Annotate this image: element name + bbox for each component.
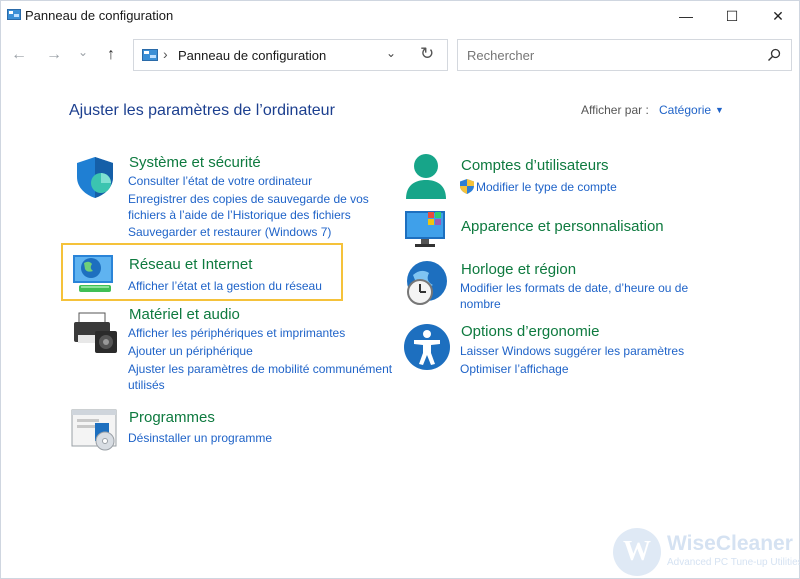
- accessibility-icon[interactable]: [403, 323, 451, 371]
- address-dropdown-icon[interactable]: ⌄: [386, 46, 396, 60]
- chevron-down-icon: ⌄: [77, 45, 89, 59]
- category-programs[interactable]: Programmes: [129, 409, 215, 426]
- network-globe-icon[interactable]: [71, 251, 117, 297]
- appearance-monitor-icon[interactable]: [404, 209, 450, 249]
- category-hardware-sound[interactable]: Matériel et audio: [129, 306, 240, 323]
- category-system-security[interactable]: Système et sécurité: [129, 154, 261, 171]
- control-panel-icon: [142, 49, 158, 61]
- minimize-button[interactable]: —: [663, 1, 709, 31]
- up-button[interactable]: ↑: [101, 45, 121, 65]
- link-check-computer-status[interactable]: Consulter l’état de votre ordinateur: [128, 173, 312, 190]
- view-by-label: Afficher par :: [581, 103, 649, 117]
- link-change-account-type[interactable]: Modifier le type de compte: [476, 179, 617, 196]
- watermark-name: WiseCleaner: [667, 532, 793, 555]
- back-button[interactable]: ←: [9, 45, 29, 65]
- caret-down-icon[interactable]: ▼: [715, 105, 724, 115]
- user-accounts-icon[interactable]: [403, 153, 449, 201]
- watermark-tagline: Advanced PC Tune-up Utilities: [667, 557, 800, 568]
- breadcrumb-separator: ›: [163, 46, 168, 62]
- category-appearance[interactable]: Apparence et personnalisation: [461, 218, 664, 235]
- close-icon: ✕: [772, 7, 784, 24]
- search-placeholder: Rechercher: [467, 48, 535, 63]
- category-ease-of-access[interactable]: Options d’ergonomie: [461, 323, 599, 340]
- recent-locations-button[interactable]: ⌄: [73, 42, 93, 62]
- control-panel-icon: [7, 9, 21, 20]
- refresh-icon[interactable]: ↻: [420, 44, 434, 64]
- window-title: Panneau de configuration: [25, 8, 174, 23]
- search-icon[interactable]: [767, 48, 781, 62]
- forward-arrow-icon: →: [46, 46, 62, 63]
- breadcrumb-path[interactable]: Panneau de configuration: [178, 48, 326, 63]
- link-date-time-formats[interactable]: Modifier les formats de date, d’heure ou…: [460, 280, 688, 297]
- view-by-dropdown[interactable]: Catégorie: [659, 103, 711, 117]
- up-arrow-icon: ↑: [107, 46, 115, 63]
- link-date-time-formats-line2[interactable]: nombre: [460, 296, 501, 313]
- wisecleaner-watermark: W WiseCleaner Advanced PC Tune-up Utilit…: [613, 528, 800, 576]
- category-clock-region[interactable]: Horloge et région: [461, 261, 576, 278]
- link-network-status[interactable]: Afficher l’état et la gestion du réseau: [128, 278, 322, 295]
- shield-icon[interactable]: [73, 155, 117, 199]
- back-arrow-icon: ←: [11, 46, 27, 63]
- programs-icon[interactable]: [71, 409, 119, 451]
- maximize-button[interactable]: ☐: [709, 1, 755, 31]
- page-title: Ajuster les paramètres de l’ordinateur: [69, 102, 335, 119]
- wisecleaner-logo: W: [613, 528, 661, 576]
- link-mobility-settings[interactable]: Ajuster les paramètres de mobilité commu…: [128, 361, 392, 378]
- link-backup-restore[interactable]: Sauvegarder et restaurer (Windows 7): [128, 224, 331, 241]
- link-windows-suggest-settings[interactable]: Laisser Windows suggérer les paramètres: [460, 343, 684, 360]
- minimize-icon: —: [679, 8, 693, 24]
- link-mobility-settings-line2[interactable]: utilisés: [128, 377, 165, 394]
- link-devices-printers[interactable]: Afficher les périphériques et imprimante…: [128, 325, 345, 342]
- address-bar[interactable]: › Panneau de configuration ⌄ ↻: [133, 39, 448, 71]
- control-panel-window: Panneau de configuration — ☐ ✕ ← → ⌄ ↑ ›…: [0, 0, 800, 579]
- link-uninstall-program[interactable]: Désinstaller un programme: [128, 430, 272, 447]
- clock-globe-icon[interactable]: [403, 259, 451, 307]
- link-optimize-display[interactable]: Optimiser l’affichage: [460, 361, 569, 378]
- search-input[interactable]: Rechercher: [457, 39, 792, 71]
- link-file-history-backup[interactable]: Enregistrer des copies de sauvegarde de …: [128, 191, 369, 208]
- forward-button[interactable]: →: [44, 45, 64, 65]
- close-button[interactable]: ✕: [755, 1, 800, 31]
- link-add-device[interactable]: Ajouter un périphérique: [128, 343, 253, 360]
- category-network-internet[interactable]: Réseau et Internet: [129, 256, 252, 273]
- title-bar: Panneau de configuration — ☐ ✕: [1, 1, 799, 31]
- maximize-icon: ☐: [725, 7, 739, 24]
- link-file-history-backup-line2[interactable]: fichiers à l’aide de l’Historique des fi…: [128, 207, 351, 224]
- category-user-accounts[interactable]: Comptes d’utilisateurs: [461, 157, 609, 174]
- uac-shield-icon: [460, 179, 474, 194]
- printer-speaker-icon[interactable]: [73, 311, 119, 355]
